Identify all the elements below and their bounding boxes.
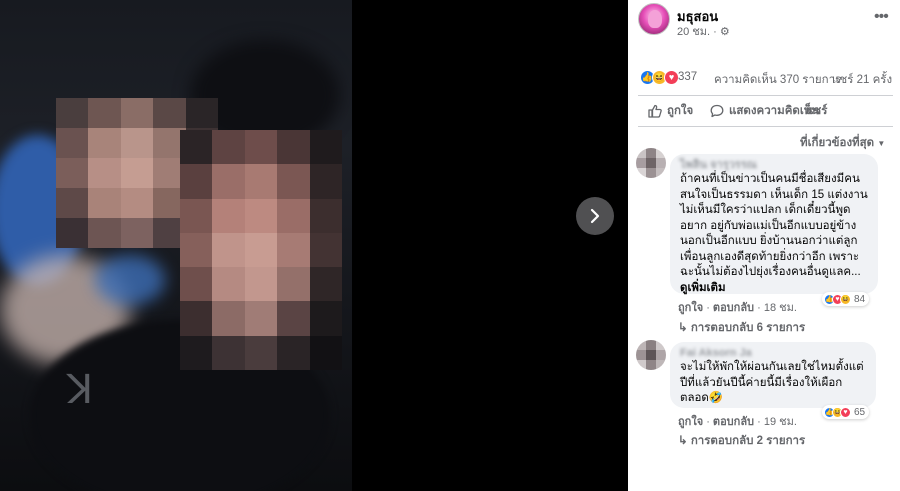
comment-button[interactable]: แสดงความคิดเห็น bbox=[710, 102, 819, 120]
comment-avatar[interactable] bbox=[636, 148, 666, 178]
comment-meta: ถูกใจ · ตอบกลับ · 19 ชม. bbox=[678, 416, 797, 428]
like-button-label: ถูกใจ bbox=[667, 105, 694, 117]
reaction-count[interactable]: 337 bbox=[678, 71, 697, 83]
comment-reaction-count: 65 bbox=[854, 406, 866, 418]
love-reaction-icon: ♥ bbox=[664, 70, 679, 85]
photo-shade bbox=[95, 255, 165, 305]
post-action-bar: ถูกใจ แสดงความคิดเห็น แชร์ bbox=[638, 95, 893, 127]
comment-reply-link[interactable]: ตอบกลับ bbox=[713, 416, 754, 428]
comment-sort-dropdown[interactable]: ที่เกี่ยวข้องที่สุด ▼ bbox=[800, 134, 885, 152]
comment-author[interactable]: Fai Aksorn Ja bbox=[680, 348, 866, 359]
post-sidebar: มธุสอน 20 ชม. · ⚙ ••• 👍 😆 ♥ 337 ความคิดเ… bbox=[628, 0, 900, 491]
share-count[interactable]: แชร์ 21 ครั้ง bbox=[832, 71, 892, 89]
comment-time[interactable]: 19 ชม. bbox=[764, 416, 797, 428]
comment-text-wrap: ถ้าคนที่เป็นข่าวเป็นคนมีชื่อเสียงมีคนสนใ… bbox=[680, 172, 868, 296]
pixelated-face bbox=[180, 130, 342, 370]
photo-viewer: ꓘ bbox=[0, 0, 628, 491]
comment-reactions[interactable]: 👍 ♥ 😆 84 bbox=[822, 292, 870, 306]
comment-icon bbox=[710, 104, 724, 118]
haha-reaction-icon: 😆 bbox=[840, 293, 851, 305]
comment-count[interactable]: ความคิดเห็น 370 รายการ bbox=[714, 71, 841, 89]
comment-like-link[interactable]: ถูกใจ bbox=[678, 302, 703, 314]
post-timestamp[interactable]: 20 ชม. · ⚙ bbox=[677, 22, 730, 40]
comment-time[interactable]: 18 ชม. bbox=[764, 302, 797, 314]
post-header: มธุสอน 20 ชม. · ⚙ ••• bbox=[628, 0, 900, 40]
comment-bubble: ไพลิน จารุวรรณ ถ้าคนที่เป็นข่าวเป็นคนมีช… bbox=[670, 154, 878, 294]
comment-reaction-count: 84 bbox=[854, 293, 866, 305]
comment-reactions[interactable]: 👍 😆 ♥ 65 bbox=[822, 405, 870, 419]
view-replies-link[interactable]: ↳ การตอบกลับ 6 รายการ bbox=[678, 319, 805, 337]
comment-avatar[interactable] bbox=[636, 340, 666, 370]
like-button[interactable]: ถูกใจ bbox=[648, 102, 693, 120]
comment-text: จะไม่ให้พักให้ผ่อนกันเลยใช่ไหมตั้งแต่ปีท… bbox=[680, 361, 864, 404]
chevron-right-icon bbox=[590, 208, 600, 224]
love-reaction-icon: ♥ bbox=[840, 406, 851, 418]
post-stats: 👍 😆 ♥ 337 ความคิดเห็น 370 รายการ แชร์ 21… bbox=[628, 66, 900, 90]
view-replies-link[interactable]: ↳ การตอบกลับ 2 รายการ bbox=[678, 432, 805, 450]
comment-text: ถ้าคนที่เป็นข่าวเป็นคนมีชื่อเสียงมีคนสนใ… bbox=[680, 173, 868, 278]
comment-author[interactable]: ไพลิน จารุวรรณ bbox=[680, 160, 868, 171]
comment-bubble: Fai Aksorn Ja จะไม่ให้พักให้ผ่อนกันเลยใช… bbox=[670, 342, 876, 408]
share-button[interactable]: แชร์ bbox=[806, 102, 827, 120]
caret-down-icon: ▼ bbox=[877, 139, 886, 148]
comment-sort-label: ที่เกี่ยวข้องที่สุด bbox=[800, 137, 875, 149]
comment-meta: ถูกใจ · ตอบกลับ · 18 ชม. bbox=[678, 302, 797, 314]
like-icon bbox=[648, 104, 662, 118]
see-more-link[interactable]: ดูเพิ่มเติม bbox=[680, 282, 726, 294]
more-icon[interactable]: ••• bbox=[874, 8, 889, 26]
post-photo[interactable]: ꓘ bbox=[0, 0, 352, 491]
comment-like-link[interactable]: ถูกใจ bbox=[678, 416, 703, 428]
next-photo-button[interactable] bbox=[576, 197, 614, 235]
page-avatar[interactable] bbox=[638, 3, 670, 35]
comment-reply-link[interactable]: ตอบกลับ bbox=[713, 302, 754, 314]
shirt-print: ꓘ bbox=[66, 368, 94, 412]
share-button-label: แชร์ bbox=[806, 105, 828, 117]
